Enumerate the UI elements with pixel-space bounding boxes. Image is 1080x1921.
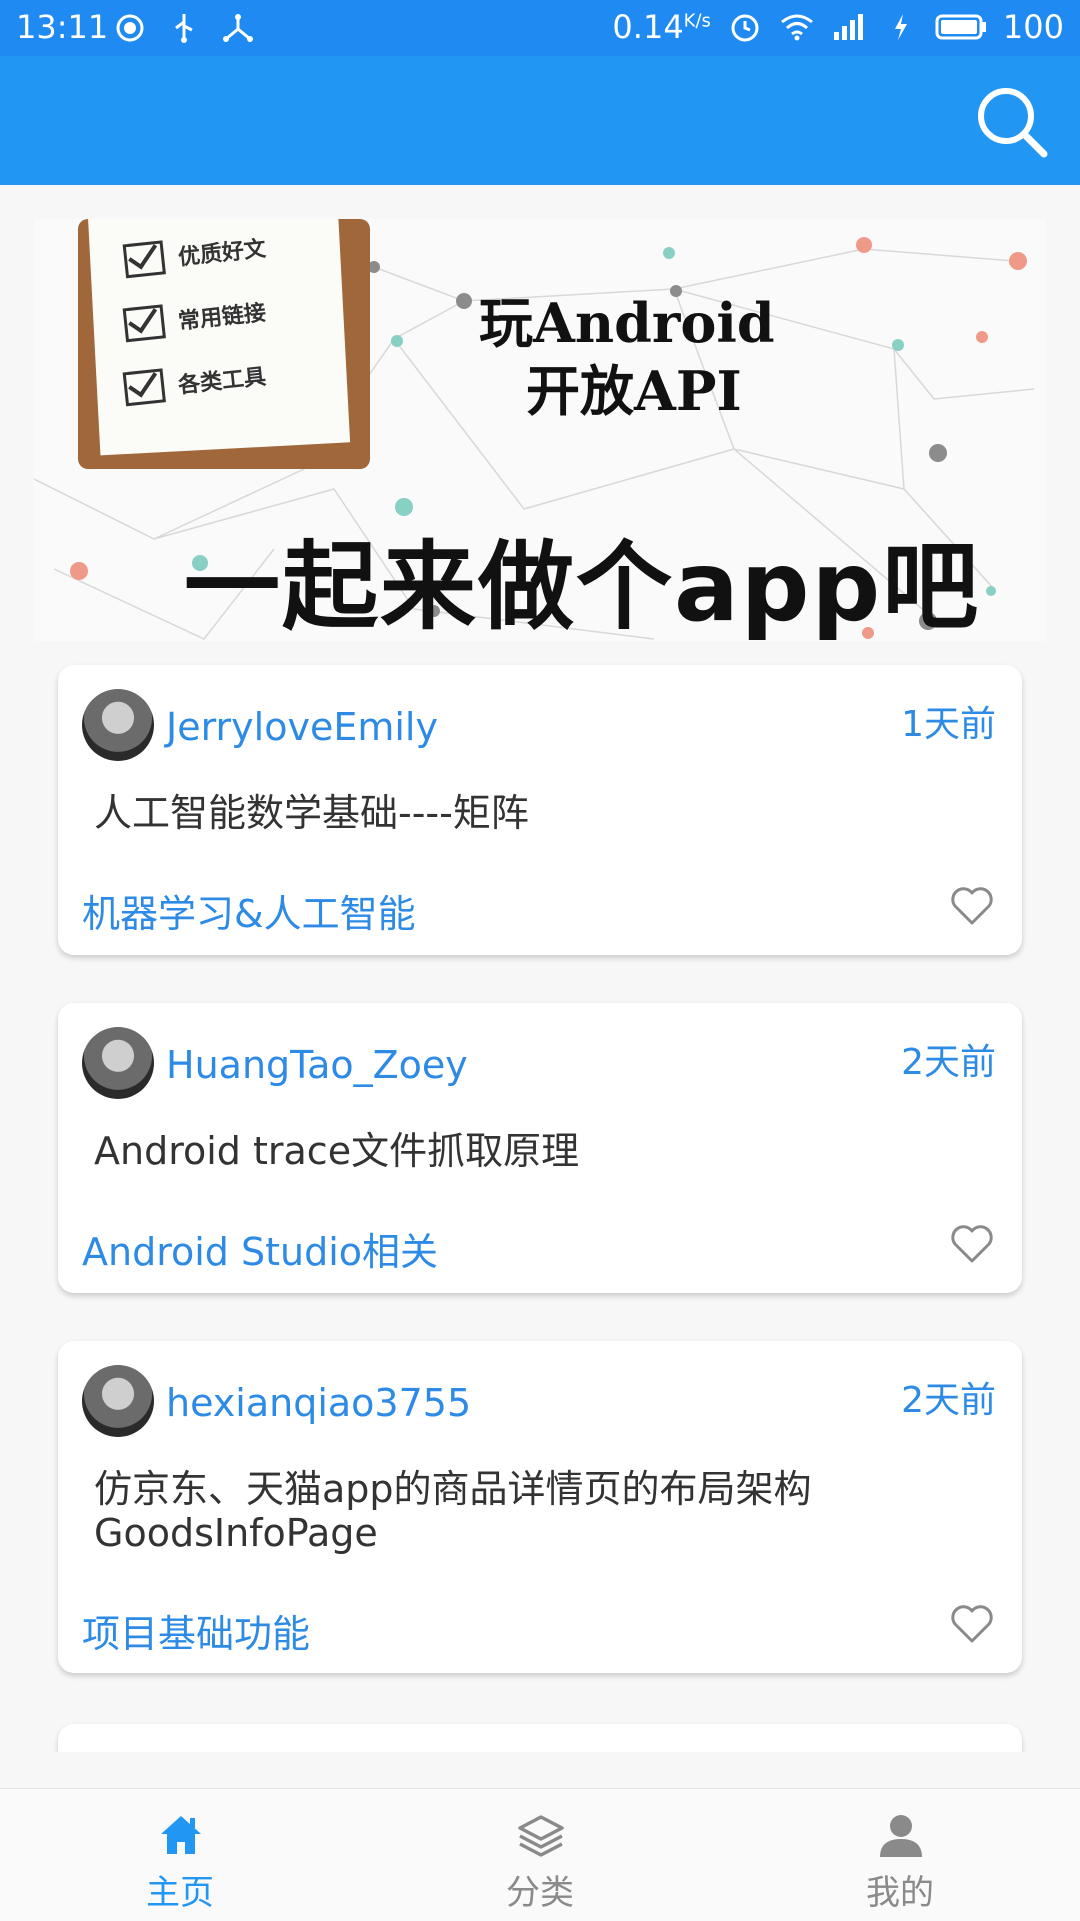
author-avatar[interactable] [82,1365,154,1437]
article-title[interactable]: 仿京东、天猫app的商品详情页的布局架构 GoodsInfoPage [94,1467,954,1555]
alarm-icon [727,9,763,45]
battery-level: 100 [1002,8,1064,46]
nav-profile[interactable]: 我的 [720,1789,1080,1921]
article-category[interactable]: Android Studio相关 [82,1221,438,1276]
nav-home[interactable]: 主页 [0,1789,360,1921]
banner-title-line2: 开放API [526,359,742,423]
nav-profile-label: 我的 [866,1873,934,1913]
article-title[interactable]: 人工智能数学基础----矩阵 [94,791,954,835]
article-card[interactable]: HuangTao_Zoey 2天前 Android trace文件抓取原理 An… [58,1003,1022,1293]
article-card[interactable]: JerryloveEmily 1天前 人工智能数学基础----矩阵 机器学习&人… [58,665,1022,955]
heart-outline-icon[interactable] [950,1223,994,1265]
status-left-icons [112,10,256,46]
checkbox-icon [122,368,166,407]
list-clip [0,1700,1080,1752]
search-icon [978,88,1048,158]
article-time: 1天前 [901,704,996,745]
checkbox-icon [122,304,166,343]
heart-outline-icon[interactable] [950,1603,994,1645]
heart-outline-icon[interactable] [950,885,994,927]
banner-slogan: 一起来做个app吧 [184,531,981,641]
article-card[interactable]: hexianqiao3755 2天前 仿京东、天猫app的商品详情页的布局架构 … [58,1341,1022,1673]
wifi-icon [779,9,815,45]
article-category[interactable]: 项目基础功能 [82,1603,310,1658]
nav-category[interactable]: 分类 [360,1789,720,1921]
person-icon [880,1815,922,1857]
app-bar [0,56,1080,185]
author-name[interactable]: JerryloveEmily [166,705,438,749]
article-time: 2天前 [901,1042,996,1083]
author-avatar[interactable] [82,1027,154,1099]
author-name[interactable]: HuangTao_Zoey [166,1043,468,1087]
nav-category-label: 分类 [506,1873,574,1913]
battery-icon [935,9,987,45]
article-card[interactable] [58,1724,1022,1752]
home-icon [161,1816,201,1854]
article-category[interactable]: 机器学习&人工智能 [82,883,416,938]
author-avatar[interactable] [82,689,154,761]
bottom-navigation: 主页 分类 我的 [0,1788,1080,1921]
article-time: 2天前 [901,1380,996,1421]
usb-icon [166,10,202,46]
signal-icon [831,9,867,45]
status-time: 13:11 [16,8,109,46]
banner-carousel[interactable]: 优质好文 常用链接 各类工具 玩Android 开放API 一起来做个app吧 [34,219,1046,641]
search-button[interactable] [974,84,1050,160]
network-speed: 0.14K/s [612,8,711,46]
nav-home-label: 主页 [146,1873,214,1913]
checkbox-icon [122,240,166,279]
charging-icon [883,9,919,45]
status-bar: 13:11 0.14K/s 100 [0,0,1080,56]
assistant-icon [112,10,148,46]
layers-icon [518,1815,564,1857]
share-network-icon [220,10,256,46]
author-name[interactable]: hexianqiao3755 [166,1381,471,1425]
article-title[interactable]: Android trace文件抓取原理 [94,1129,954,1173]
status-right-icons: 0.14K/s 100 [612,8,1064,46]
